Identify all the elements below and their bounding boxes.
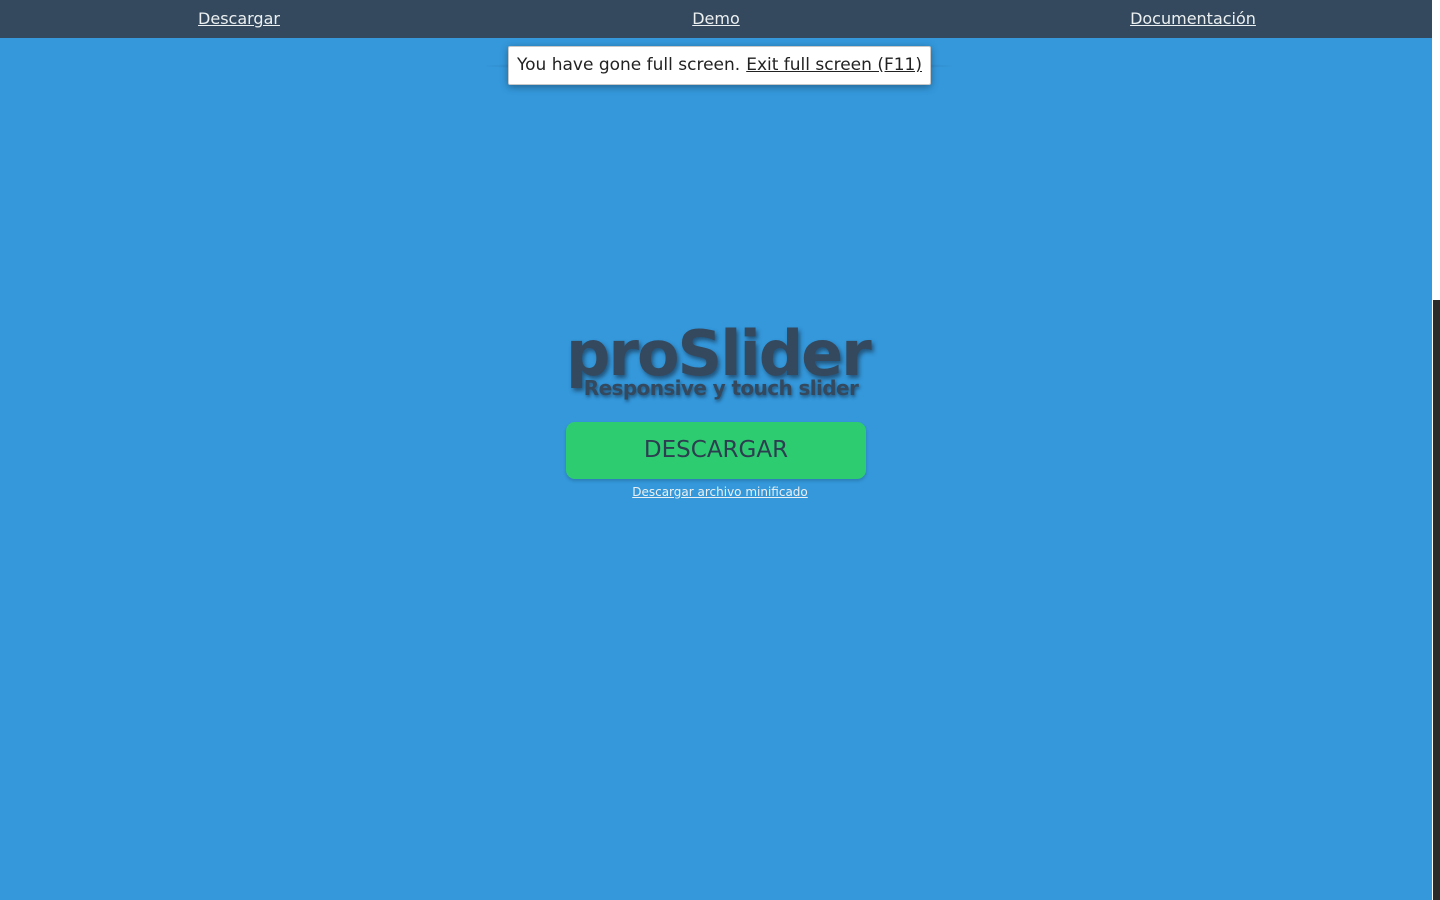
exit-fullscreen-link[interactable]: Exit full screen (F11) (746, 55, 922, 75)
nav-link-documentacion[interactable]: Documentación (1130, 9, 1256, 29)
nav-link-demo[interactable]: Demo (692, 9, 740, 29)
scrollbar-thumb[interactable] (1433, 300, 1440, 900)
top-navigation-bar: Descargar Demo Documentación (0, 0, 1432, 38)
download-minified-link[interactable]: Descargar archivo minificado (632, 484, 808, 500)
logo-subtitle: Responsive y touch slider (583, 376, 859, 400)
download-button[interactable]: DESCARGAR (566, 422, 866, 479)
proslider-logo: proSlider Responsive y touch slider (566, 318, 872, 408)
fullscreen-message: You have gone full screen. (517, 55, 741, 75)
fullscreen-notice: You have gone full screen. Exit full scr… (508, 46, 931, 85)
nav-link-descargar[interactable]: Descargar (198, 9, 280, 29)
